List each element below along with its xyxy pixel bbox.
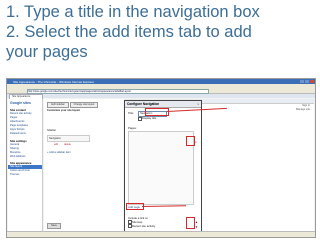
sidebar-item-general[interactable]: General (10, 143, 19, 146)
sidebar-item-themes[interactable]: Themes (10, 173, 19, 176)
heading-line-3: your pages (6, 43, 88, 61)
browser-screenshot: Site Appearance - The Chronicle - Window… (6, 78, 316, 238)
sidebar-item-page-templates[interactable]: Page templates (10, 124, 28, 127)
sidebar-item-attachments[interactable]: Attachments (10, 120, 24, 123)
window-close-icon[interactable] (310, 80, 314, 83)
sidebar-item-colors-fonts[interactable]: Colors and Fonts (10, 169, 30, 172)
layout-content: Edit sidebar Change site layout Customiz… (44, 99, 124, 236)
sidebar-item-apps-scripts[interactable]: Apps Scripts (10, 128, 25, 131)
heading-line-1: 1. Type a title in the navigation box (6, 3, 260, 21)
sites-sidebar: Google sites Site content Recent site ac… (8, 99, 43, 236)
navigation-widget[interactable]: Navigation (47, 135, 90, 142)
pages-label: Pages: (128, 126, 137, 130)
callout-reorder-box (186, 217, 195, 229)
sign-in-link[interactable]: Sign in (302, 104, 310, 107)
callout-remove-box (186, 136, 195, 146)
sidebar-item-deleted-items[interactable]: Deleted items (10, 132, 26, 135)
heading-line-2: 2. Select the add items tab to add (6, 23, 252, 41)
move-up-icon[interactable]: ▲ (195, 220, 198, 224)
dialog-close-icon[interactable]: x (198, 102, 200, 106)
sidebar-item-pages[interactable]: Pages (10, 116, 17, 119)
callout-title-box (145, 108, 169, 116)
remove-page-icon[interactable]: x (195, 140, 198, 144)
edit-link[interactable]: edit (54, 143, 58, 146)
title-label: Title: (128, 111, 134, 115)
manage-site-link[interactable]: Manage site (296, 108, 310, 111)
move-down-icon[interactable]: ▼ (195, 225, 198, 229)
slide-heading: 1. Type a title in the navigation box 2.… (6, 2, 316, 62)
dialog-header: Configure Navigation x (125, 101, 201, 108)
google-sites-logo: Google sites (10, 101, 32, 105)
navigation-widget-label: Navigation (49, 137, 61, 140)
site-preview-pane: Sign in Manage site (202, 99, 314, 236)
window-maximize-icon[interactable] (305, 80, 309, 83)
sidebar-item-site-layout[interactable]: Site layout (10, 165, 22, 168)
dialog-title: Configure Navigation (127, 102, 160, 106)
sidebar-item-recent-activity[interactable]: Recent site activity (10, 112, 32, 115)
browser-status-bar (7, 231, 315, 237)
sidebar-section-label: Sidebar (47, 129, 56, 132)
add-sidebar-item-link[interactable]: + Add a sidebar item (47, 151, 71, 154)
preview-toolbar (202, 99, 314, 104)
sidebar-item-web-address[interactable]: Web Address (10, 155, 25, 158)
sidebar-item-sharing[interactable]: Sharing (10, 147, 19, 150)
change-layout-button[interactable]: Change site layout (70, 102, 98, 108)
window-minimize-icon[interactable] (300, 80, 304, 83)
pages-list[interactable] (128, 131, 194, 205)
sidebar-item-monetize[interactable]: Monetize (10, 151, 21, 154)
delete-link[interactable]: delete (64, 143, 71, 146)
display-title-label: Display title (142, 116, 157, 120)
edit-sidebar-button[interactable]: Edit sidebar (47, 102, 69, 108)
save-button[interactable]: Save (47, 223, 61, 229)
layout-heading: Customize your site layout (47, 109, 81, 112)
recent-activity-label: Recent site activity (132, 224, 156, 228)
browser-tab-strip: Site Appearance (7, 94, 315, 100)
